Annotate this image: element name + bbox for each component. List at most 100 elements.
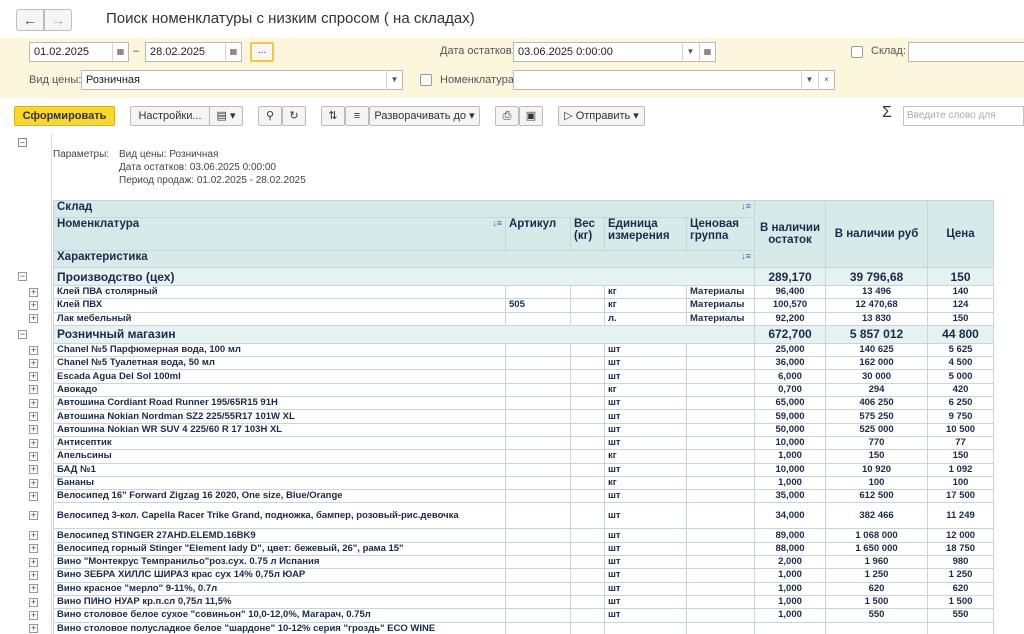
forward-arrow-icon[interactable]: → <box>44 9 72 31</box>
cell-article[interactable] <box>505 594 571 610</box>
cell-weight[interactable] <box>570 311 605 326</box>
collapse-group-icon[interactable]: − <box>18 329 27 339</box>
sigma-icon[interactable]: Σ <box>882 104 892 122</box>
price-type-select[interactable]: Розничная ▼ <box>81 70 403 90</box>
cell-stock-qty[interactable]: 34,000 <box>754 502 827 530</box>
cell-price[interactable]: 420 <box>927 382 995 398</box>
find-button[interactable]: ⚲ <box>258 106 282 126</box>
cell-article[interactable] <box>505 568 571 583</box>
cell-stock-rub[interactable]: 770 <box>825 435 929 451</box>
calendar-icon[interactable]: ▦ <box>225 43 241 61</box>
expand-row-icon[interactable]: + <box>29 372 38 382</box>
period-select-button[interactable]: ... <box>250 42 274 62</box>
table-row[interactable]: Автошина Nokian Nordman SZ2 225/55R17 10… <box>53 409 995 424</box>
cell-price[interactable]: 140 <box>927 284 995 300</box>
collapse-params-icon[interactable]: − <box>18 138 27 147</box>
preview-button[interactable]: ▣ <box>519 106 543 126</box>
header-price-group[interactable]: Ценовая группа <box>685 217 756 251</box>
cell-stock-qty[interactable]: 92,200 <box>754 311 827 326</box>
cell-price[interactable]: 124 <box>927 298 995 313</box>
cell-stock-qty[interactable]: 59,000 <box>754 409 827 424</box>
dropdown-arrow-icon[interactable]: ▼ <box>801 71 817 89</box>
expand-row-icon[interactable]: + <box>29 438 38 448</box>
expand-row-icon[interactable]: + <box>29 358 38 368</box>
expand-row-icon[interactable]: + <box>29 544 38 554</box>
table-row[interactable]: Chanel №5 Парфюмерная вода, 100 мл шт 25,0… <box>53 342 995 358</box>
expand-row-icon[interactable]: + <box>29 465 38 475</box>
cell-article[interactable] <box>505 435 571 451</box>
cell-stock-rub[interactable]: 1 500 <box>825 594 929 610</box>
cell-stock-qty[interactable]: 65,000 <box>754 396 827 411</box>
cell-nomenclature[interactable]: Велосипед 16" Forward Zigzag 16 2020, On… <box>53 489 506 504</box>
cell-stock-rub[interactable]: 550 <box>825 608 929 623</box>
cell-price-group[interactable] <box>685 502 756 530</box>
cell-article[interactable] <box>505 581 571 596</box>
expand-row-icon[interactable]: + <box>29 287 38 297</box>
cell-price-group[interactable] <box>685 369 756 384</box>
cell-price[interactable]: 17 500 <box>927 489 995 504</box>
table-row[interactable]: Авокадо кг 0,700 294 420 <box>53 382 995 398</box>
group-price[interactable]: 150 <box>927 267 995 286</box>
cell-price-group[interactable]: Материалы <box>685 298 756 313</box>
group-stock-rub[interactable]: 5 857 012 <box>825 324 929 344</box>
cell-price-group[interactable] <box>685 594 756 610</box>
cell-nomenclature[interactable]: Вино ЗЕБРА ХИЛЛС ШИРАЗ крас сух 14% 0,75… <box>53 568 506 583</box>
cell-stock-qty[interactable]: 36,000 <box>754 356 827 371</box>
cell-price-group[interactable] <box>685 462 756 477</box>
cell-nomenclature[interactable]: Автошина Nokian WR SUV 4 225/60 R 17 103… <box>53 422 506 437</box>
cell-stock-qty[interactable]: 96,400 <box>754 284 827 300</box>
cell-price[interactable]: 10 500 <box>927 422 995 437</box>
header-weight[interactable]: Вес (кг) <box>570 217 605 251</box>
collapse-group-icon[interactable]: − <box>18 272 27 281</box>
expand-row-icon[interactable]: + <box>29 478 38 488</box>
cell-stock-rub[interactable]: 382 466 <box>825 502 929 530</box>
cell-stock-qty[interactable]: 1,000 <box>754 581 827 596</box>
cell-stock-rub[interactable]: 406 250 <box>825 396 929 411</box>
expand-row-icon[interactable]: + <box>29 610 38 620</box>
cell-nomenclature[interactable]: Автошина Cordiant Road Runner 195/65R15 … <box>53 396 506 411</box>
calendar-icon[interactable]: ▦ <box>699 43 715 61</box>
cell-nomenclature[interactable]: БАД №1 <box>53 462 506 477</box>
table-row[interactable]: Велосипед STINGER 27AHD.ELEMD.16BK9 шт 89,… <box>53 528 995 543</box>
cell-weight[interactable] <box>570 382 605 398</box>
cell-weight[interactable] <box>570 356 605 371</box>
cell-stock-qty[interactable]: 1,000 <box>754 568 827 583</box>
cell-price[interactable]: 4 500 <box>927 356 995 371</box>
cell-article[interactable] <box>505 382 571 398</box>
cell-unit[interactable]: шт <box>604 594 687 610</box>
table-row[interactable]: Клей ПВХ 505 кг Материалы 100,570 12 470,68 12… <box>53 298 995 313</box>
cell-price-group[interactable] <box>685 568 756 583</box>
cell-unit[interactable]: шт <box>604 502 687 530</box>
cell-unit[interactable]: шт <box>604 608 687 623</box>
cell-nomenclature[interactable]: Автошина Nokian Nordman SZ2 225/55R17 10… <box>53 409 506 424</box>
stock-date-field[interactable]: 03.06.2025 0:00:00 ▼ ▦ <box>513 42 716 62</box>
cell-unit[interactable]: шт <box>604 409 687 424</box>
cell-nomenclature[interactable]: Велосипед горный Stinger "Element lady D… <box>53 541 506 557</box>
expand-row-icon[interactable]: + <box>29 300 38 310</box>
cell-stock-rub[interactable]: 30 000 <box>825 369 929 384</box>
cell-weight[interactable] <box>570 462 605 477</box>
cell-weight[interactable] <box>570 541 605 557</box>
settings-button[interactable]: Настройки... <box>130 106 210 126</box>
cell-price[interactable]: 18 750 <box>927 541 995 557</box>
cell-stock-qty[interactable]: 25,000 <box>754 342 827 358</box>
date-from-field[interactable]: 01.02.2025 ▦ <box>29 42 129 62</box>
cell-stock-rub[interactable]: 612 500 <box>825 489 929 504</box>
dropdown-arrow-icon[interactable]: ▼ <box>682 43 698 61</box>
cell-weight[interactable] <box>570 528 605 543</box>
cell-price[interactable] <box>927 621 995 634</box>
cell-weight[interactable] <box>570 435 605 451</box>
cell-stock-rub[interactable]: 13 830 <box>825 311 929 326</box>
nomenclature-field[interactable]: ▼ × <box>513 70 835 90</box>
cell-price-group[interactable] <box>685 449 756 464</box>
expand-row-icon[interactable]: + <box>29 511 38 521</box>
print-button[interactable]: ⎙ <box>495 106 519 126</box>
cell-price[interactable]: 100 <box>927 475 995 491</box>
cell-price-group[interactable] <box>685 356 756 371</box>
expand-row-icon[interactable]: + <box>29 425 38 435</box>
cell-stock-qty[interactable]: 50,000 <box>754 422 827 437</box>
group-name[interactable]: Производство (цех) <box>52 267 756 286</box>
cell-price[interactable]: 5 625 <box>927 342 995 358</box>
group-stock-qty[interactable]: 672,700 <box>754 324 827 344</box>
cell-price[interactable]: 150 <box>927 311 995 326</box>
